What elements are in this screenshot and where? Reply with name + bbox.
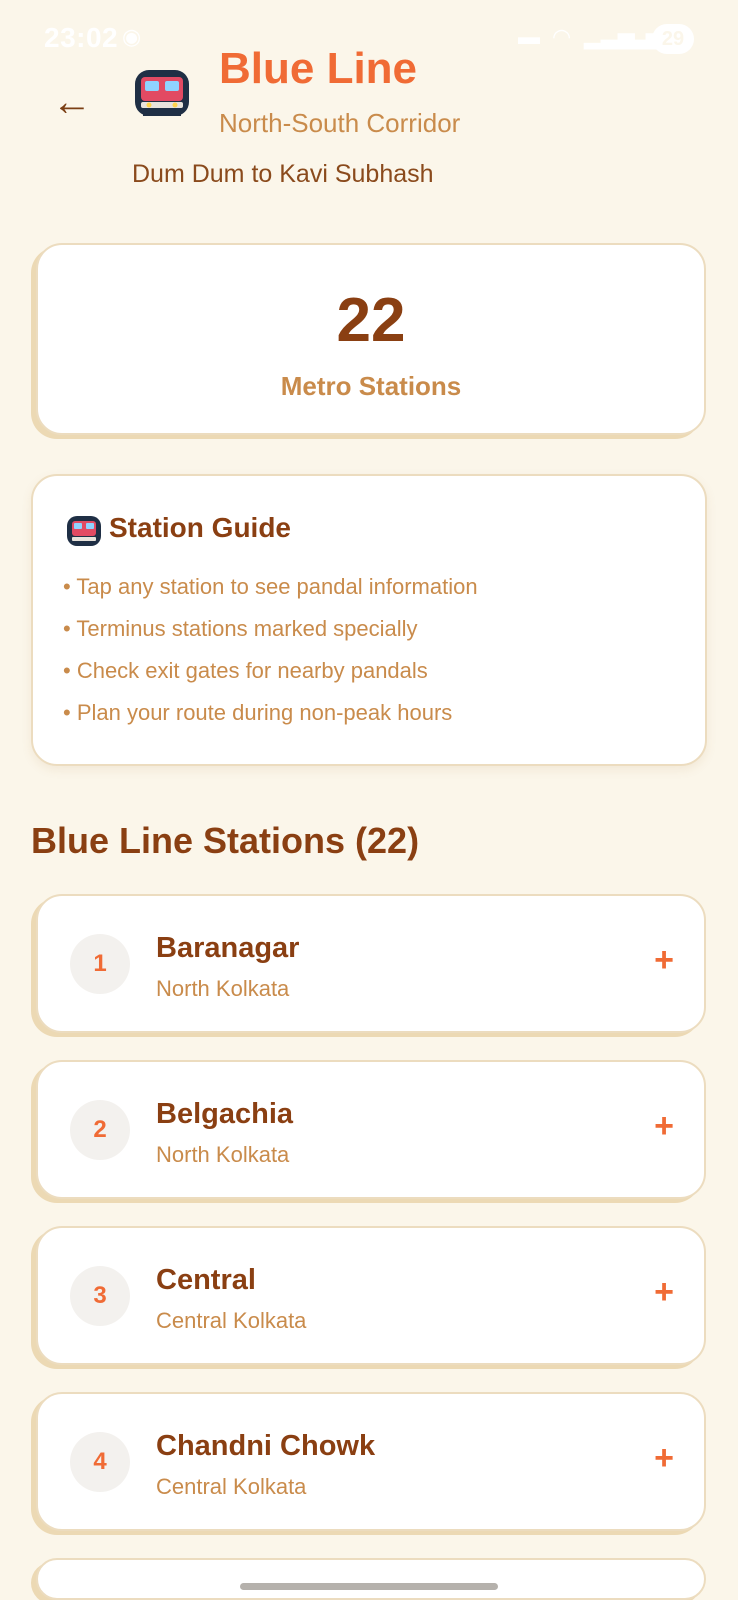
station-card-partial[interactable] — [36, 1558, 706, 1600]
station-card-baranagar[interactable]: 1 Baranagar North Kolkata + — [36, 894, 706, 1033]
plus-icon[interactable]: + — [650, 1441, 678, 1475]
station-area: North Kolkata — [156, 1142, 290, 1167]
station-area: Central Kolkata — [156, 1308, 307, 1333]
station-name: Central — [156, 1264, 256, 1296]
station-number: 3 — [70, 1266, 130, 1326]
station-name: Baranagar — [156, 932, 300, 964]
station-card-central[interactable]: 3 Central Central Kolkata + — [36, 1226, 706, 1365]
station-name: Belgachia — [156, 1098, 293, 1130]
station-card-belgachia[interactable]: 2 Belgachia North Kolkata + — [36, 1060, 706, 1199]
plus-icon[interactable]: + — [650, 943, 678, 977]
plus-icon[interactable]: + — [650, 1109, 678, 1143]
station-card-chandni-chowk[interactable]: 4 Chandni Chowk Central Kolkata + — [36, 1392, 706, 1531]
station-number: 4 — [70, 1432, 130, 1492]
home-indicator[interactable] — [240, 1583, 498, 1590]
station-area: Central Kolkata — [156, 1474, 307, 1499]
station-number: 2 — [70, 1100, 130, 1160]
station-list: 1 Baranagar North Kolkata + 2 Belgachia … — [0, 0, 738, 1600]
station-area: North Kolkata — [156, 976, 290, 1001]
station-name: Chandni Chowk — [156, 1430, 376, 1462]
station-number: 1 — [70, 934, 130, 994]
plus-icon[interactable]: + — [650, 1275, 678, 1309]
